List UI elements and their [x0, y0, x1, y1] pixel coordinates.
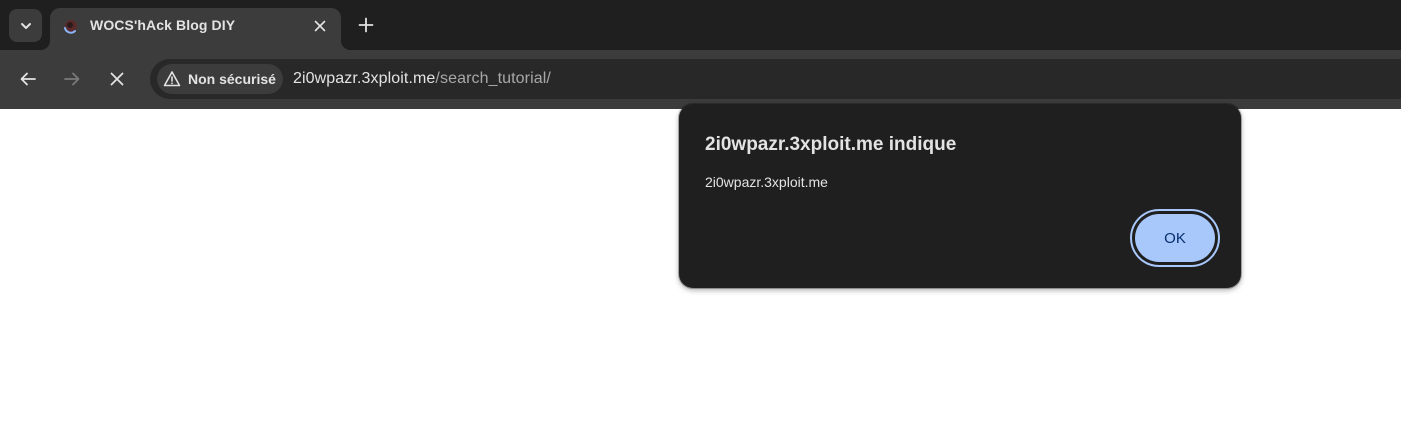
new-tab-button[interactable] [353, 12, 379, 38]
url-host: 2i0wpazr.3xploit.me [293, 70, 436, 87]
dialog-title: 2i0wpazr.3xploit.me indique [705, 134, 957, 155]
ok-button-focus-ring: OK [1130, 209, 1220, 267]
back-button[interactable] [15, 66, 41, 92]
tab-close-button[interactable] [310, 16, 330, 36]
loading-spinner-icon [64, 20, 77, 34]
arrow-left-icon [20, 72, 36, 86]
tab-strip: WOCS'hAck Blog DIY [0, 0, 1401, 50]
active-tab[interactable]: WOCS'hAck Blog DIY [40, 8, 351, 50]
dialog-message: 2i0wpazr.3xploit.me [705, 174, 828, 190]
chevron-down-icon [20, 22, 31, 29]
url-path: /search_tutorial/ [435, 70, 551, 87]
warning-icon [163, 71, 181, 87]
tab-title: WOCS'hAck Blog DIY [90, 17, 236, 33]
plus-icon [358, 17, 374, 33]
stop-loading-button[interactable] [104, 66, 130, 92]
tab-search-button[interactable] [9, 9, 42, 42]
alert-dialog: 2i0wpazr.3xploit.me indique 2i0wpazr.3xp… [679, 104, 1241, 288]
close-icon [314, 20, 326, 32]
close-icon [110, 72, 124, 86]
ok-button[interactable]: OK [1135, 214, 1215, 262]
browser-toolbar: Non sécurisé 2i0wpazr.3xploit.me/search_… [0, 50, 1401, 109]
arrow-right-icon [64, 72, 80, 86]
forward-button[interactable] [59, 66, 85, 92]
url-text[interactable]: 2i0wpazr.3xploit.me/search_tutorial/ [293, 70, 551, 88]
address-bar[interactable]: Non sécurisé 2i0wpazr.3xploit.me/search_… [150, 59, 1401, 99]
security-indicator[interactable]: Non sécurisé [157, 64, 283, 94]
security-label: Non sécurisé [188, 71, 276, 87]
